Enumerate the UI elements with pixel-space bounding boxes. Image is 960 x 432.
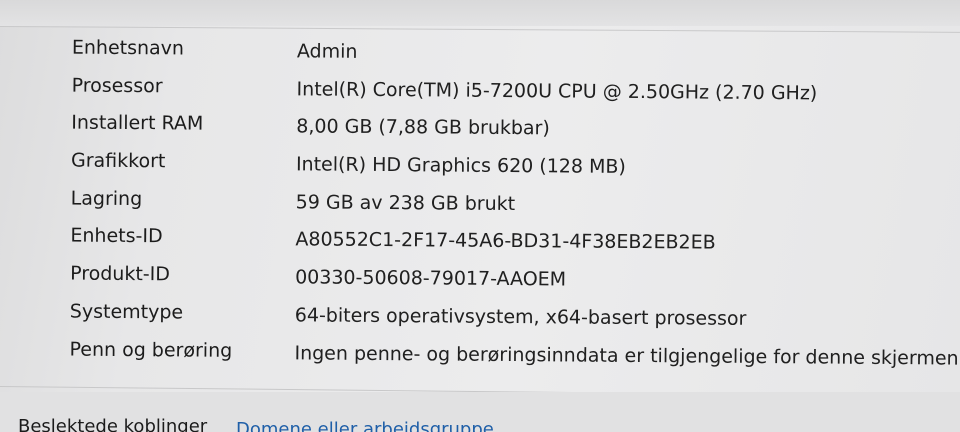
spec-label: Penn og berøring xyxy=(69,338,233,362)
spec-label: Enhetsnavn xyxy=(71,36,185,60)
spec-value: 64-biters operativsystem, x64-basert pro… xyxy=(294,304,747,330)
spec-value: A80552C1-2F17-45A6-BD31-4F38EB2EB2EB xyxy=(295,228,716,255)
spec-label: Enhets-ID xyxy=(70,224,163,248)
spec-label: Lagring xyxy=(70,187,143,210)
spec-label: Grafikkort xyxy=(70,149,166,173)
device-specs-list: Enhetsnavn Admin Prosessor Intel(R) Core… xyxy=(0,36,960,383)
related-links-heading: Beslektede koblinger xyxy=(18,416,208,432)
spec-value: Intel(R) Core(TM) i5-7200U CPU @ 2.50GHz… xyxy=(296,78,818,105)
spec-value: Admin xyxy=(296,40,358,63)
related-links-section: Beslektede koblinger Domene eller arbeid… xyxy=(0,392,960,432)
spec-value: 00330-50608-79017-AAOEM xyxy=(295,266,567,291)
top-section xyxy=(0,0,960,26)
spec-row-pen-touch: Penn og berøring Ingen penne- og berørin… xyxy=(0,337,958,382)
spec-label: Prosessor xyxy=(71,74,163,97)
spec-label: Installert RAM xyxy=(71,111,204,135)
spec-value: 59 GB av 238 GB brukt xyxy=(295,191,516,215)
spec-value: 8,00 GB (7,88 GB brukbar) xyxy=(296,115,550,140)
spec-value: Intel(R) HD Graphics 620 (128 MB) xyxy=(295,153,626,178)
device-specifications-screen: Enhetsnavn Admin Prosessor Intel(R) Core… xyxy=(0,0,960,432)
spec-label: Systemtype xyxy=(69,300,184,324)
spec-value: Ingen penne- og berøringsinndata er tilg… xyxy=(294,341,959,370)
spec-label: Produkt-ID xyxy=(70,262,171,286)
divider xyxy=(0,26,960,33)
domain-workgroup-link[interactable]: Domene eller arbeidsgruppe xyxy=(236,419,494,432)
